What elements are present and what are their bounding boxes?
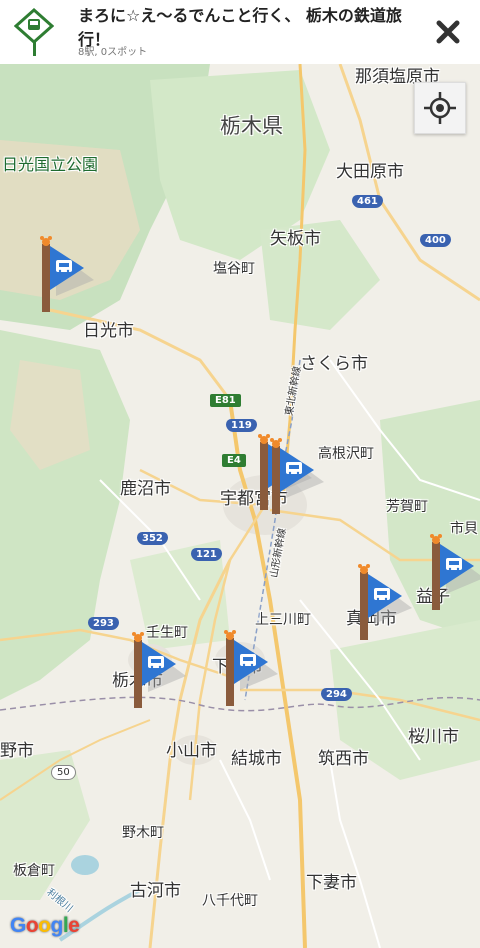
- road-shield-121: 121: [191, 548, 222, 561]
- city-label: 芳賀町: [386, 499, 428, 515]
- city-label: 小山市: [166, 741, 217, 761]
- city-label: 大田原市: [336, 162, 404, 182]
- my-location-icon: [424, 92, 456, 124]
- station-flag-marker[interactable]: [124, 630, 194, 710]
- city-label: 日光市: [83, 321, 134, 341]
- station-flag-marker[interactable]: [32, 234, 102, 314]
- city-label: 矢板市: [270, 229, 321, 249]
- station-flag-marker[interactable]: [262, 436, 332, 516]
- city-label: 鹿沼市: [120, 479, 171, 499]
- city-label: 古河市: [130, 881, 181, 901]
- close-icon[interactable]: [430, 14, 466, 50]
- road-shield-352: 352: [137, 532, 168, 545]
- google-logo: Google: [10, 914, 80, 937]
- station-signpost-icon: [14, 8, 54, 56]
- my-location-button[interactable]: [414, 82, 466, 134]
- map-canvas[interactable]: E81 E4 461 400 119 352 121 293 294 50 栃木…: [0, 64, 480, 948]
- city-label: 下妻市: [306, 873, 357, 893]
- road-shield-400: 400: [420, 234, 451, 247]
- city-label: 板倉町: [13, 863, 55, 879]
- city-label: 塩谷町: [213, 261, 255, 277]
- road-shield-e4: E4: [222, 454, 246, 467]
- route-stats: 8駅, 0スポット: [78, 47, 148, 58]
- city-label: 上三川町: [255, 612, 311, 628]
- road-shield-294: 294: [321, 688, 352, 701]
- road-shield-293: 293: [88, 617, 119, 630]
- station-flag-marker[interactable]: [216, 628, 286, 708]
- station-flag-marker[interactable]: [350, 562, 420, 642]
- station-flag-marker[interactable]: [422, 532, 480, 612]
- city-label: 野市: [0, 741, 34, 761]
- road-shield-50: 50: [51, 765, 76, 780]
- prefecture-label: 栃木県: [220, 114, 283, 138]
- city-label: 八千代町: [202, 893, 258, 909]
- road-shield-119: 119: [226, 419, 257, 432]
- park-label: 日光国立公園: [2, 155, 99, 174]
- road-shield-461: 461: [352, 195, 383, 208]
- city-label: さくら市: [300, 354, 368, 374]
- road-shield-e81: E81: [210, 394, 241, 407]
- app-header: まろに☆え〜るでんこと行く、 栃木の鉄道旅行！ 8駅, 0スポット: [0, 0, 480, 64]
- city-label: 結城市: [231, 749, 282, 769]
- city-label: 野木町: [122, 825, 164, 841]
- city-label: 桜川市: [408, 727, 459, 747]
- city-label: 筑西市: [318, 749, 369, 769]
